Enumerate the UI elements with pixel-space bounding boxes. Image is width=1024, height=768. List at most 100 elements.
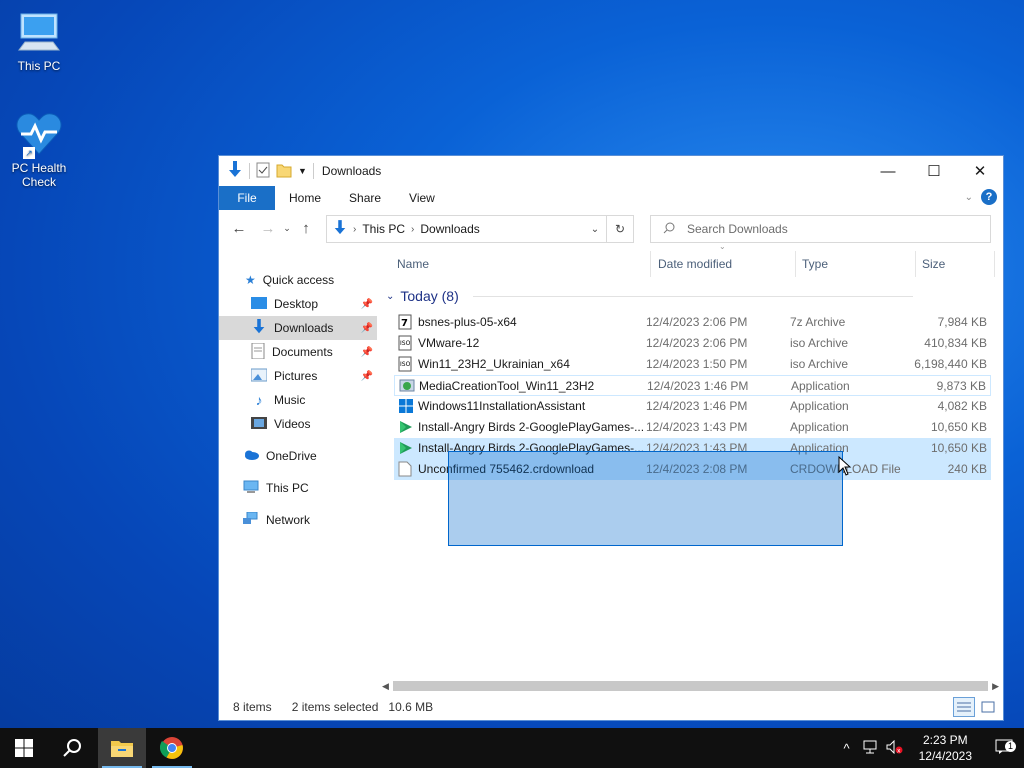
column-date-modified[interactable]: Date modified xyxy=(658,257,732,271)
column-type[interactable]: Type xyxy=(802,257,828,271)
desktop-icon-pc-health-check[interactable]: ↗ PC Health Check xyxy=(4,110,74,189)
file-row[interactable]: ISO Win11_23H2_Ukrainian_x64 12/4/2023 1… xyxy=(394,354,991,375)
pin-icon[interactable]: 📌 xyxy=(361,323,373,334)
volume-muted-icon[interactable]: x xyxy=(883,739,907,757)
tab-home[interactable]: Home xyxy=(275,186,335,210)
start-button[interactable] xyxy=(0,728,48,768)
file-row[interactable]: Install-Angry Birds 2-GooglePlayGames-..… xyxy=(394,417,991,438)
breadcrumb-downloads[interactable]: Downloads xyxy=(420,222,479,236)
forward-button[interactable]: → xyxy=(256,220,280,237)
status-bar: 8 items 2 items selected 10.6 MB xyxy=(219,694,1003,720)
file-date: 12/4/2023 1:43 PM xyxy=(646,420,748,434)
status-item-count: 8 items xyxy=(233,700,272,714)
address-dropdown-icon[interactable]: ⌄ xyxy=(584,224,606,235)
scrollbar-thumb[interactable] xyxy=(392,681,989,691)
nav-item-documents[interactable]: Documents 📌 xyxy=(219,340,377,364)
pin-icon[interactable]: 📌 xyxy=(361,371,373,382)
nav-item-videos[interactable]: Videos xyxy=(219,412,377,436)
horizontal-scrollbar[interactable]: ◀ ▶ xyxy=(382,680,999,692)
up-button[interactable]: ↑ xyxy=(294,220,318,237)
notification-badge: 1 xyxy=(1005,740,1016,752)
heart-pulse-icon: ↗ xyxy=(15,110,63,159)
desktop-icon-this-pc[interactable]: This PC xyxy=(4,10,74,73)
file-size: 9,873 KB xyxy=(936,379,986,393)
show-hidden-icons-chevron-icon[interactable]: ^ xyxy=(835,741,859,756)
action-center-icon[interactable]: 1 xyxy=(984,739,1024,758)
new-folder-icon[interactable] xyxy=(276,162,292,181)
refresh-button[interactable]: ↻ xyxy=(606,216,633,242)
close-button[interactable]: ✕ xyxy=(957,156,1003,186)
pictures-folder-icon xyxy=(250,368,268,385)
search-button[interactable] xyxy=(48,728,96,768)
cloud-icon xyxy=(243,449,259,464)
help-button[interactable]: ? xyxy=(981,189,997,205)
desktop-icon-label: This PC xyxy=(17,59,61,73)
column-size[interactable]: Size xyxy=(922,257,945,271)
large-icons-view-icon[interactable] xyxy=(977,697,999,717)
properties-check-icon[interactable] xyxy=(256,162,270,181)
shortcut-arrow-icon: ↗ xyxy=(23,147,35,159)
nav-label: Documents xyxy=(272,345,333,359)
nav-item-onedrive[interactable]: OneDrive xyxy=(219,444,377,468)
file-date: 12/4/2023 2:06 PM xyxy=(646,315,748,329)
taskbar-file-explorer[interactable] xyxy=(98,728,146,768)
file-name: Windows11InstallationAssistant xyxy=(418,399,586,413)
group-header-today[interactable]: ⌄ Today (8) xyxy=(386,288,913,304)
file-name: VMware-12 xyxy=(418,336,480,350)
download-arrow-icon xyxy=(227,160,243,182)
title-bar[interactable]: ▼ Downloads — ☐ ✕ xyxy=(219,156,1003,186)
scroll-right-icon[interactable]: ▶ xyxy=(992,681,999,692)
scroll-left-icon[interactable]: ◀ xyxy=(382,681,389,692)
file-row[interactable]: Windows11InstallationAssistant 12/4/2023… xyxy=(394,396,991,417)
svg-text:7: 7 xyxy=(401,318,408,329)
file-size: 4,082 KB xyxy=(937,399,987,413)
pin-icon[interactable]: 📌 xyxy=(361,347,373,358)
recent-locations-button[interactable]: ⌄ xyxy=(280,223,294,234)
mouse-cursor-icon xyxy=(838,455,852,479)
network-status-icon[interactable] xyxy=(859,740,883,757)
status-selected-count: 2 items selected xyxy=(291,700,379,714)
file-date: 12/4/2023 1:46 PM xyxy=(646,399,748,413)
file-type: Application xyxy=(790,399,849,413)
nav-label: Desktop xyxy=(274,297,319,311)
nav-item-pictures[interactable]: Pictures 📌 xyxy=(219,364,377,388)
tab-file[interactable]: File xyxy=(219,186,275,210)
svg-text:ISO: ISO xyxy=(400,340,411,347)
breadcrumb-this-pc[interactable]: This PC xyxy=(362,222,405,236)
minimize-button[interactable]: — xyxy=(865,156,911,186)
tab-share[interactable]: Share xyxy=(335,186,395,210)
nav-item-downloads[interactable]: Downloads 📌 xyxy=(219,316,377,340)
search-input[interactable] xyxy=(685,221,969,237)
file-date: 12/4/2023 1:50 PM xyxy=(646,357,748,371)
file-row[interactable]: ISO VMware-12 12/4/2023 2:06 PM iso Arch… xyxy=(394,333,991,354)
address-bar[interactable]: › This PC › Downloads ⌄ ↻ xyxy=(326,215,634,243)
collapse-chevron-icon: ⌄ xyxy=(386,290,395,302)
pin-icon[interactable]: 📌 xyxy=(361,299,373,310)
network-icon xyxy=(243,511,259,529)
nav-item-music[interactable]: ♪ Music xyxy=(219,388,377,412)
file-name: bsnes-plus-05-x64 xyxy=(418,315,517,329)
nav-label: Quick access xyxy=(262,273,335,287)
breadcrumb-separator[interactable]: › xyxy=(411,224,414,235)
file-size: 10,650 KB xyxy=(930,441,987,455)
details-view-icon[interactable] xyxy=(953,697,975,717)
file-row[interactable]: MediaCreationTool_Win11_23H2 12/4/2023 1… xyxy=(394,375,991,396)
nav-item-desktop[interactable]: Desktop 📌 xyxy=(219,292,377,316)
taskbar-chrome[interactable] xyxy=(148,728,196,768)
navigation-pane: ★ Quick access Desktop 📌 Downloads 📌 Doc… xyxy=(219,246,377,686)
tab-view[interactable]: View xyxy=(395,186,449,210)
selection-rectangle xyxy=(448,451,843,546)
taskbar-clock[interactable]: 2:23 PM 12/4/2023 xyxy=(919,732,972,764)
back-button[interactable]: ← xyxy=(227,220,251,237)
search-box[interactable] xyxy=(650,215,991,243)
breadcrumb-separator[interactable]: › xyxy=(353,224,356,235)
nav-quick-access[interactable]: ★ Quick access xyxy=(219,268,377,292)
nav-item-this-pc[interactable]: This PC xyxy=(219,476,377,500)
music-note-icon: ♪ xyxy=(255,392,263,408)
column-name[interactable]: Name xyxy=(397,257,429,271)
nav-item-network[interactable]: Network xyxy=(219,508,377,532)
file-row[interactable]: 7 bsnes-plus-05-x64 12/4/2023 2:06 PM 7z… xyxy=(394,312,991,333)
expand-ribbon-chevron-icon[interactable]: ⌄ xyxy=(965,192,973,203)
quick-access-dropdown-icon[interactable]: ▼ xyxy=(298,166,307,176)
maximize-button[interactable]: ☐ xyxy=(911,156,957,186)
